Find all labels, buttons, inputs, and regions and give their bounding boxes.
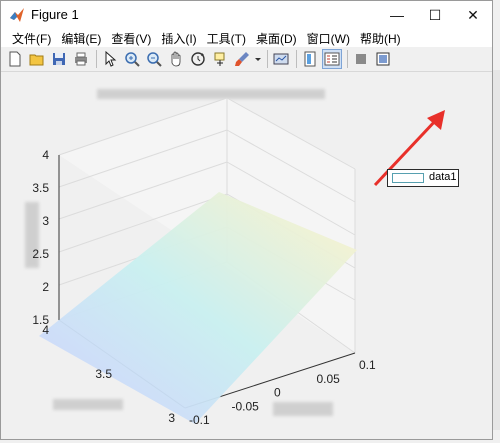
z-tick-label: 4 [42, 148, 49, 162]
x-tick-label: -0.05 [232, 399, 260, 413]
maximize-button[interactable]: ☐ [416, 1, 454, 29]
toolbar-separator [296, 50, 297, 68]
minimize-button[interactable]: — [378, 1, 416, 29]
legend-button[interactable] [322, 49, 342, 69]
z-tick-label: 3.5 [32, 181, 49, 195]
pan-hand-icon [171, 51, 181, 67]
toolbar-separator [96, 50, 97, 68]
new-figure-button[interactable] [5, 49, 25, 69]
menu-bar: 文件(F) 编辑(E) 查看(V) 插入(I) 工具(T) 桌面(D) 窗口(W… [1, 29, 492, 47]
show-plot-tools-icon [376, 52, 390, 66]
print-icon [75, 52, 87, 66]
save-icon [53, 53, 65, 65]
hide-plot-tools-icon [356, 54, 366, 64]
brush-dropdown-button[interactable] [254, 49, 262, 69]
open-file-button[interactable] [27, 49, 47, 69]
rotate-3d-icon [191, 52, 205, 66]
colorbar-icon [304, 51, 316, 67]
z-tick-label: 3 [42, 214, 49, 228]
zoom-out-button[interactable] [144, 49, 164, 69]
figure-canvas[interactable]: 1.5 2 2.5 3 3.5 4 3 3.5 4 -0.1 -0.05 0 0.05 0.1 data1 [1, 72, 492, 439]
menu-file[interactable]: 文件(F) [7, 29, 56, 47]
brush-icon [235, 52, 249, 66]
legend[interactable]: data1 [387, 169, 459, 187]
zoom-in-button[interactable] [122, 49, 142, 69]
menu-insert[interactable]: 插入(I) [156, 29, 201, 47]
brush-button[interactable] [232, 49, 252, 69]
chevron-down-icon [255, 58, 261, 61]
z-tick-label: 2.5 [32, 247, 49, 261]
window-title: Figure 1 [31, 7, 79, 22]
print-button[interactable] [71, 49, 91, 69]
menu-view[interactable]: 查看(V) [106, 29, 156, 47]
x-tick-label: 0.1 [359, 358, 376, 372]
hide-plot-tools-button[interactable] [351, 49, 371, 69]
pan-button[interactable] [166, 49, 186, 69]
toolbar-separator [267, 50, 268, 68]
menu-edit[interactable]: 编辑(E) [56, 29, 106, 47]
axes-3d[interactable]: 1.522.533.5433.54-0.1-0.0500.050.1 [1, 72, 494, 442]
toolbar-separator [347, 50, 348, 68]
zoom-in-icon [125, 52, 140, 67]
new-figure-icon [9, 51, 21, 67]
legend-entry-label: data1 [429, 171, 457, 183]
figure-toolbar [1, 47, 492, 72]
rotate-3d-button[interactable] [188, 49, 208, 69]
menu-window[interactable]: 窗口(W) [302, 29, 355, 47]
link-plot-icon [273, 53, 289, 65]
figure-window: Figure 1 — ☐ ✕ 文件(F) 编辑(E) 查看(V) 插入(I) 工… [0, 0, 493, 440]
z-tick-label: 2 [42, 280, 49, 294]
matlab-logo-icon [10, 8, 24, 22]
x-tick-label: 0.05 [317, 372, 341, 386]
x-tick-label: -0.1 [189, 413, 210, 427]
link-plot-button[interactable] [271, 49, 291, 69]
data-cursor-icon [214, 52, 225, 66]
zoom-out-icon [147, 52, 162, 67]
select-arrow-icon [105, 51, 117, 67]
data-cursor-button[interactable] [210, 49, 230, 69]
legend-swatch [392, 173, 424, 183]
select-button[interactable] [100, 49, 120, 69]
x-tick-label: 0 [274, 386, 281, 400]
save-button[interactable] [49, 49, 69, 69]
y-tick-label: 3.5 [95, 367, 112, 381]
menu-desktop[interactable]: 桌面(D) [251, 29, 302, 47]
menu-help[interactable]: 帮助(H) [355, 29, 406, 47]
legend-icon [324, 52, 340, 66]
y-tick-label: 3 [168, 411, 175, 425]
menu-tools[interactable]: 工具(T) [202, 29, 251, 47]
close-button[interactable]: ✕ [454, 1, 492, 29]
show-plot-tools-button[interactable] [373, 49, 393, 69]
open-file-icon [29, 54, 44, 66]
y-tick-label: 4 [42, 323, 49, 337]
colorbar-button[interactable] [300, 49, 320, 69]
title-bar[interactable]: Figure 1 — ☐ ✕ [1, 1, 492, 29]
